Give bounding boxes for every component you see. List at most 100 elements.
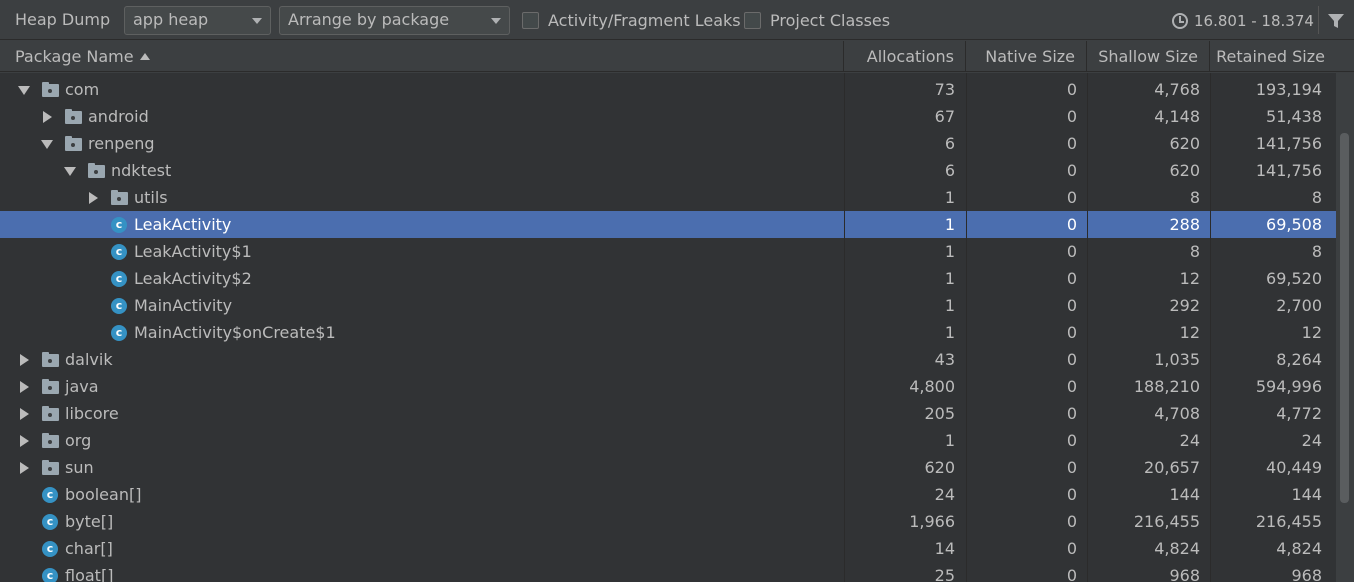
row-native-size: 0: [1066, 296, 1077, 315]
table-row[interactable]: LeakActivity 1 0 288 69,508: [0, 211, 1336, 238]
expand-arrow-icon[interactable]: [20, 381, 29, 393]
column-package-name-label: Package Name: [15, 47, 134, 66]
expand-arrow-icon[interactable]: [20, 408, 29, 420]
class-icon: [111, 298, 127, 314]
row-allocations: 14: [934, 539, 955, 558]
column-retained-size[interactable]: Retained Size: [1210, 41, 1336, 72]
collapse-arrow-icon[interactable]: [64, 167, 76, 176]
table-row[interactable]: char[] 14 0 4,824 4,824: [0, 535, 1336, 562]
package-folder-icon: [111, 190, 128, 205]
table-row[interactable]: com 73 0 4,768 193,194: [0, 76, 1336, 103]
checkbox-box[interactable]: [744, 11, 761, 29]
row-native-size: 0: [1066, 377, 1077, 396]
expand-arrow-icon[interactable]: [89, 192, 98, 204]
table-row[interactable]: libcore 205 0 4,708 4,772: [0, 400, 1336, 427]
row-shallow-size: 4,148: [1154, 107, 1200, 126]
package-folder-icon: [42, 406, 59, 421]
chevron-down-icon: [252, 18, 262, 24]
row-native-size: 0: [1066, 107, 1077, 126]
table-row[interactable]: android 67 0 4,148 51,438: [0, 103, 1336, 130]
table-row[interactable]: sun 620 0 20,657 40,449: [0, 454, 1336, 481]
row-name: char[]: [65, 539, 113, 558]
checkbox-box[interactable]: [522, 11, 539, 29]
row-allocations: 620: [924, 458, 955, 477]
table-row[interactable]: renpeng 6 0 620 141,756: [0, 130, 1336, 157]
leaks-checkbox[interactable]: Activity/Fragment Leaks: [522, 10, 741, 30]
expand-arrow-icon[interactable]: [20, 354, 29, 366]
table-row[interactable]: MainActivity$onCreate$1 1 0 12 12: [0, 319, 1336, 346]
row-allocations: 1: [944, 323, 955, 342]
table-row[interactable]: dalvik 43 0 1,035 8,264: [0, 346, 1336, 373]
row-retained-size: 8,264: [1276, 350, 1322, 369]
class-icon: [111, 244, 127, 260]
row-shallow-size: 4,824: [1154, 539, 1200, 558]
collapse-arrow-icon[interactable]: [18, 86, 30, 95]
row-native-size: 0: [1066, 566, 1077, 582]
toolbar: Heap Dump app heap Arrange by package Ac…: [0, 0, 1354, 40]
row-allocations: 6: [944, 161, 955, 180]
table-row[interactable]: ndktest 6 0 620 141,756: [0, 157, 1336, 184]
column-shallow-size[interactable]: Shallow Size: [1087, 41, 1210, 72]
row-native-size: 0: [1066, 215, 1077, 234]
expand-arrow-icon[interactable]: [43, 111, 52, 123]
row-native-size: 0: [1066, 80, 1077, 99]
filter-icon[interactable]: [1327, 12, 1345, 30]
scrollbar-thumb[interactable]: [1340, 133, 1349, 503]
row-shallow-size: 216,455: [1133, 512, 1200, 531]
row-name: LeakActivity: [134, 215, 232, 234]
package-folder-icon: [42, 352, 59, 367]
package-folder-icon: [42, 82, 59, 97]
row-name: MainActivity: [134, 296, 233, 315]
row-native-size: 0: [1066, 350, 1077, 369]
time-range-value: 16.801 - 18.374: [1194, 12, 1314, 30]
package-folder-icon: [65, 136, 82, 151]
row-name: MainActivity$onCreate$1: [134, 323, 336, 342]
clock-icon: [1172, 13, 1188, 29]
expand-arrow-icon[interactable]: [20, 462, 29, 474]
table-row[interactable]: MainActivity 1 0 292 2,700: [0, 292, 1336, 319]
row-native-size: 0: [1066, 188, 1077, 207]
table-row[interactable]: utils 1 0 8 8: [0, 184, 1336, 211]
table-row[interactable]: byte[] 1,966 0 216,455 216,455: [0, 508, 1336, 535]
table-row[interactable]: java 4,800 0 188,210 594,996: [0, 373, 1336, 400]
row-native-size: 0: [1066, 431, 1077, 450]
row-native-size: 0: [1066, 539, 1077, 558]
row-retained-size: 8: [1311, 188, 1322, 207]
column-native-size-label: Native Size: [985, 47, 1075, 66]
row-allocations: 67: [934, 107, 955, 126]
toolbar-divider: [1318, 6, 1319, 34]
column-allocations[interactable]: Allocations: [844, 41, 966, 72]
row-name: boolean[]: [65, 485, 142, 504]
row-retained-size: 69,520: [1266, 269, 1322, 288]
column-native-size[interactable]: Native Size: [966, 41, 1087, 72]
table-header: Package Name Allocations Native Size Sha…: [0, 41, 1354, 72]
row-allocations: 1: [944, 188, 955, 207]
row-native-size: 0: [1066, 404, 1077, 423]
project-classes-checkbox[interactable]: Project Classes: [744, 10, 890, 30]
row-name: utils: [134, 188, 168, 207]
table-row[interactable]: org 1 0 24 24: [0, 427, 1336, 454]
row-retained-size: 2,700: [1276, 296, 1322, 315]
row-allocations: 1: [944, 215, 955, 234]
collapse-arrow-icon[interactable]: [41, 140, 53, 149]
row-native-size: 0: [1066, 242, 1077, 261]
row-allocations: 1,966: [909, 512, 955, 531]
row-allocations: 1: [944, 296, 955, 315]
heap-select[interactable]: app heap: [124, 6, 271, 35]
arrange-select[interactable]: Arrange by package: [279, 6, 510, 35]
row-name: renpeng: [88, 134, 155, 153]
row-name: org: [65, 431, 92, 450]
class-icon: [111, 217, 127, 233]
table-row[interactable]: LeakActivity$2 1 0 12 69,520: [0, 265, 1336, 292]
table-row[interactable]: boolean[] 24 0 144 144: [0, 481, 1336, 508]
time-range: 16.801 - 18.374: [1172, 12, 1314, 30]
row-shallow-size: 144: [1169, 485, 1200, 504]
row-allocations: 1: [944, 431, 955, 450]
class-icon: [111, 325, 127, 341]
table-row[interactable]: LeakActivity$1 1 0 8 8: [0, 238, 1336, 265]
row-retained-size: 968: [1291, 566, 1322, 582]
table-row[interactable]: float[] 25 0 968 968: [0, 562, 1336, 582]
expand-arrow-icon[interactable]: [20, 435, 29, 447]
column-package-name[interactable]: Package Name: [0, 41, 844, 72]
row-name: LeakActivity$1: [134, 242, 252, 261]
